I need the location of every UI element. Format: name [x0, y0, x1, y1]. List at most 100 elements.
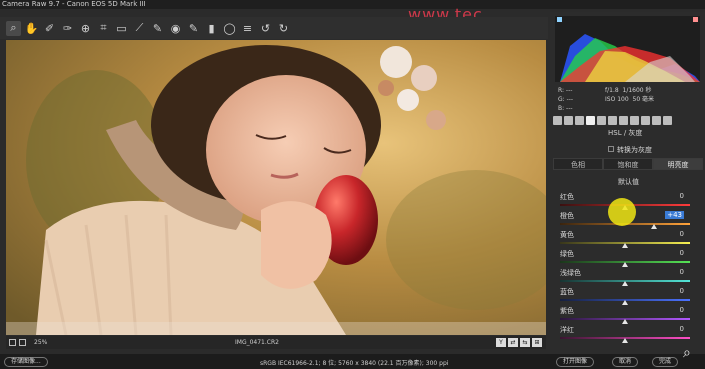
shadow-clipping-toggle[interactable]	[557, 17, 562, 22]
slider-thumb[interactable]	[622, 262, 628, 267]
highlight-clipping-toggle[interactable]	[693, 17, 698, 22]
preferences-icon[interactable]: ≡	[240, 21, 255, 36]
slider-thumb[interactable]	[622, 300, 628, 305]
zoom-in-button[interactable]	[19, 339, 26, 346]
image-preview[interactable]	[6, 40, 546, 335]
slider-label: 橙色	[560, 212, 574, 220]
rgb-readout: R: --- G: --- B: ---	[558, 86, 573, 113]
effects-icon[interactable]	[619, 116, 628, 125]
straighten-tool-icon[interactable]: ▭	[114, 21, 129, 36]
slider-thumb[interactable]	[622, 319, 628, 324]
targeted-adjustment-icon[interactable]: ⊕	[78, 21, 93, 36]
slider-row: 洋红 0	[560, 325, 700, 345]
rotate-cw-icon[interactable]: ↻	[276, 21, 291, 36]
tab-saturation[interactable]: 饱和度	[603, 158, 653, 170]
shutter-value: 1/1600 秒	[622, 87, 652, 94]
iso-value: ISO 100	[605, 96, 629, 103]
spot-removal-icon[interactable]: ✎	[150, 21, 165, 36]
blue-readout: B: ---	[558, 105, 573, 112]
zoom-out-button[interactable]	[9, 339, 16, 346]
camera-calibration-icon[interactable]	[630, 116, 639, 125]
tone-curve-icon[interactable]	[564, 116, 573, 125]
bottom-action-bar: 存储图像... sRGB IEC61966-2.1; 8 位; 5760 x 3…	[0, 354, 705, 369]
save-image-button[interactable]: 存储图像...	[4, 357, 48, 367]
slider-value[interactable]: 0	[680, 268, 684, 276]
focal-length-value: 50 毫米	[632, 96, 655, 103]
cancel-button[interactable]: 取消	[612, 357, 639, 367]
split-toning-icon[interactable]	[597, 116, 606, 125]
color-sampler-icon[interactable]: ✑	[60, 21, 75, 36]
hsl-subtabs: 色相 饱和度 明亮度	[553, 158, 703, 170]
slider-value[interactable]: 0	[680, 249, 684, 257]
tab-luminance[interactable]: 明亮度	[653, 158, 703, 170]
slider-row: 浅绿色 0	[560, 268, 700, 288]
presets-icon[interactable]	[641, 116, 650, 125]
slider-label: 蓝色	[560, 288, 574, 296]
slider-label: 洋红	[560, 326, 574, 334]
histogram-graph	[560, 34, 700, 82]
preview-status-bar: 25% IMG_0471.CR2 Y ⇄ ⇆ ⊞	[6, 336, 546, 349]
hand-tool-icon[interactable]: ✋	[24, 21, 39, 36]
slider-value[interactable]: 0	[680, 192, 684, 200]
convert-grayscale-checkbox[interactable]: 转换为灰度	[608, 145, 652, 155]
preview-settings-button[interactable]: ⊞	[532, 338, 542, 347]
section-title: HSL / 灰度	[608, 129, 643, 137]
default-link[interactable]: 默认值	[618, 177, 639, 187]
slider-row: 黄色 0	[560, 230, 700, 250]
convert-grayscale-label: 转换为灰度	[617, 146, 652, 154]
tab-hue[interactable]: 色相	[553, 158, 603, 170]
slider-thumb[interactable]	[622, 243, 628, 248]
basic-panel-icon[interactable]	[553, 116, 562, 125]
lens-corrections-icon[interactable]	[608, 116, 617, 125]
slider-thumb[interactable]	[622, 338, 628, 343]
radial-filter-icon[interactable]: ◯	[222, 21, 237, 36]
slider-label: 浅绿色	[560, 269, 581, 277]
slider-value[interactable]: 0	[680, 306, 684, 314]
histogram	[555, 16, 700, 82]
white-balance-tool-icon[interactable]: ✐	[42, 21, 57, 36]
panel-menu-icon[interactable]	[663, 116, 672, 125]
panel-tab-icons	[553, 116, 672, 125]
magnifier-icon: ⌕	[683, 345, 691, 361]
slider-label: 黄色	[560, 231, 574, 239]
before-after-button[interactable]: ⇄	[508, 338, 518, 347]
rotate-ccw-icon[interactable]: ↺	[258, 21, 273, 36]
window-title: Camera Raw 9.7 - Canon EOS 5D Mark III	[2, 0, 146, 8]
detail-icon[interactable]	[575, 116, 584, 125]
slider-label: 绿色	[560, 250, 574, 258]
crop-tool-icon[interactable]: ⌗	[96, 21, 111, 36]
window-title-bar: Camera Raw 9.7 - Canon EOS 5D Mark III	[0, 0, 705, 9]
swap-settings-button[interactable]: ⇆	[520, 338, 530, 347]
adjustment-brush-icon[interactable]: ✎	[186, 21, 201, 36]
slider-thumb[interactable]	[650, 224, 657, 229]
checkbox-box[interactable]	[608, 146, 614, 152]
slider-value[interactable]: +43	[665, 211, 684, 219]
tool-bar: ⌕ ✋ ✐ ✑ ⊕ ⌗ ▭ ⟋ ✎ ◉ ✎ ▮ ◯ ≡ ↺ ↻	[0, 17, 548, 39]
zoom-level[interactable]: 25%	[34, 336, 47, 349]
snapshots-icon[interactable]	[652, 116, 661, 125]
zoom-tool-icon[interactable]: ⌕	[6, 20, 21, 36]
photo-of-girl-with-apple	[6, 40, 546, 335]
red-eye-icon[interactable]: ◉	[168, 21, 183, 36]
transform-tool-icon[interactable]: ⟋	[132, 21, 147, 36]
slider-value[interactable]: 0	[680, 325, 684, 333]
view-toggle-y-button[interactable]: Y	[496, 338, 506, 347]
cursor-highlight	[608, 198, 636, 226]
adjustments-panel: R: --- G: --- B: --- f/1.8 1/1600 秒 ISO …	[550, 12, 705, 354]
slider-value[interactable]: 0	[680, 230, 684, 238]
slider-label: 红色	[560, 193, 574, 201]
exif-info: f/1.8 1/1600 秒 ISO 100 50 毫米	[605, 86, 654, 104]
slider-row: 紫色 0	[560, 306, 700, 326]
slider-label: 紫色	[560, 307, 574, 315]
hsl-icon[interactable]	[586, 116, 595, 125]
slider-row: 蓝色 0	[560, 287, 700, 307]
done-button[interactable]: 完成	[652, 357, 679, 367]
slider-thumb[interactable]	[622, 281, 628, 286]
open-image-button[interactable]: 打开图像	[556, 357, 595, 367]
workflow-options-link[interactable]: sRGB IEC61966-2.1; 8 位; 5760 x 3840 (22.…	[260, 358, 448, 367]
slider-value[interactable]: 0	[680, 287, 684, 295]
slider-row: 绿色 0	[560, 249, 700, 269]
red-readout: R: ---	[558, 87, 573, 94]
green-readout: G: ---	[558, 96, 574, 103]
graduated-filter-icon[interactable]: ▮	[204, 21, 219, 36]
